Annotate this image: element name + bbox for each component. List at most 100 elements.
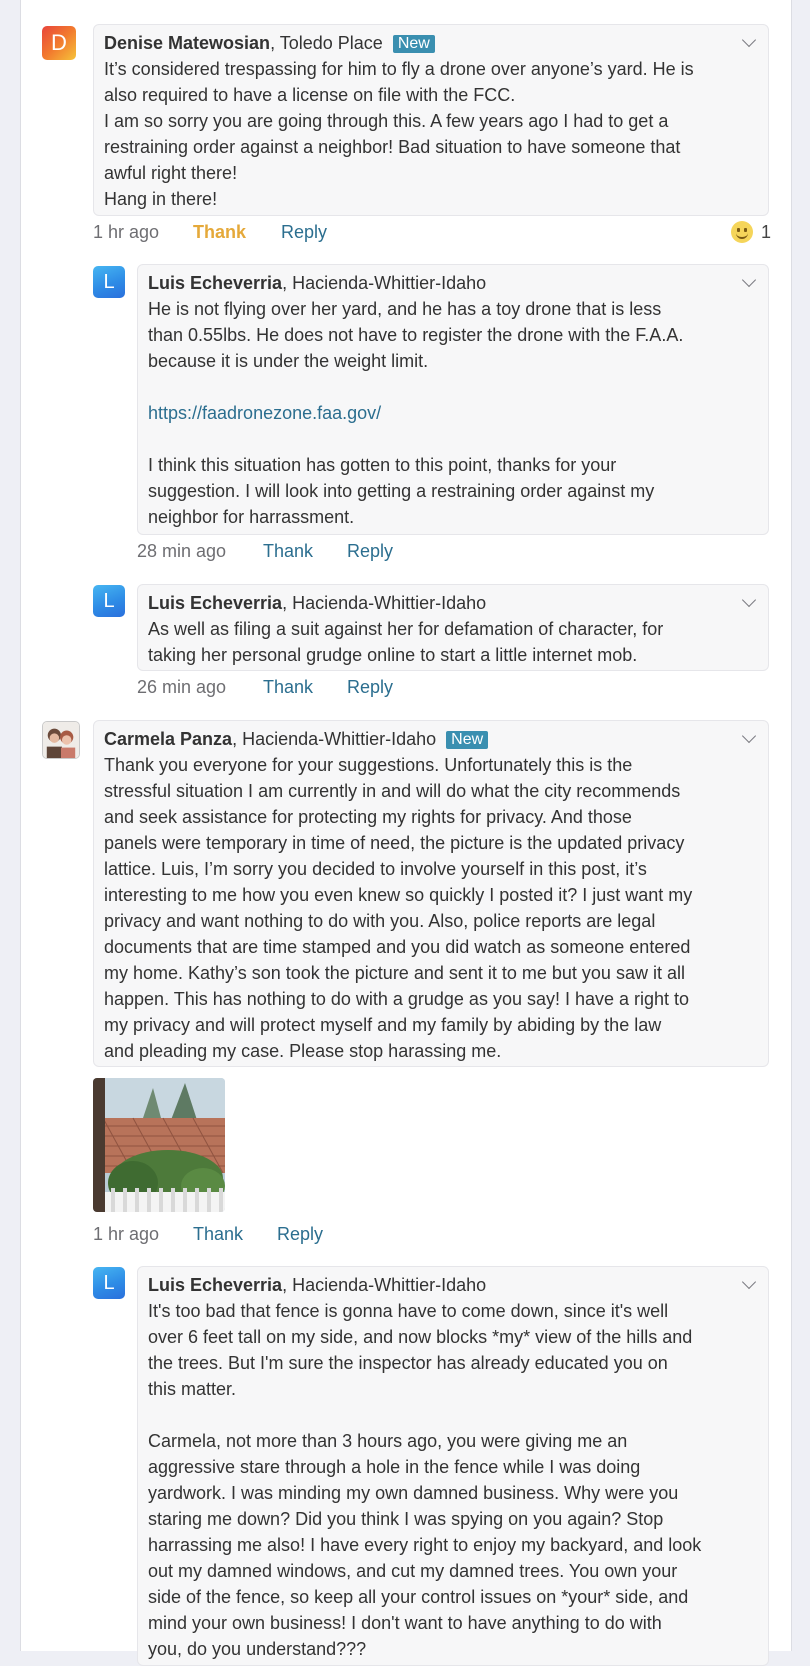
comment-line: this matter. [148,1379,237,1399]
comment-line: and seek assistance for protecting my ri… [104,807,632,827]
comment-header: Luis Echeverria, Hacienda-Whittier-Idaho [148,270,758,296]
comment-line: panels were temporary in time of need, t… [104,833,685,853]
thank-button[interactable]: Thank [263,674,347,700]
comment-line: I think this situation has gotten to thi… [148,455,617,475]
comment-header: Carmela Panza, Hacienda-Whittier-Idaho Ne… [104,726,758,752]
reaction-count: 1 [761,222,772,242]
comment-bubble: Carmela Panza, Hacienda-Whittier-Idaho Ne… [93,720,769,1067]
thank-button[interactable]: Thank [263,538,347,564]
fence-photo [93,1078,225,1212]
comment-line: stressful situation I am currently in an… [104,781,681,801]
attached-photo[interactable] [93,1078,225,1212]
url-link[interactable]: https://faadronezone.faa.gov/ [148,400,758,426]
author-name[interactable]: Luis Echeverria [148,1275,282,1295]
comment-line: side of the fence, so keep all your cont… [148,1587,689,1607]
avatar-letter: D [51,30,67,55]
timestamp: 1 hr ago [93,222,160,242]
comment-body: It's too bad that fence is gonna have to… [148,1298,758,1662]
comment-line: awful right there! [104,163,238,183]
author-name[interactable]: Luis Echeverria [148,593,282,613]
comment-line: privacy and want nothing to do with you.… [104,911,656,931]
avatar[interactable]: L [93,1267,125,1299]
comment-line: suggestion. I will look into getting a r… [148,481,655,501]
comment-header: Luis Echeverria, Hacienda-Whittier-Idaho [148,590,758,616]
comment-line: over 6 feet tall on my side, and now blo… [148,1327,693,1347]
comment-line [148,1402,758,1428]
comment-line: staring me down? Did you think I was spy… [148,1509,664,1529]
comment-line: It's too bad that fence is gonna have to… [148,1301,669,1321]
author-location: , Hacienda-Whittier-Idaho [232,729,437,749]
avatar[interactable]: L [93,266,125,298]
comment-line: taking her personal grudge online to sta… [148,645,638,665]
comment-line: harrassing me also! I have every right t… [148,1535,702,1555]
comment-line [148,426,758,452]
comment-line: documents that are time stamped and you … [104,937,691,957]
comment-body: It’s considered trespassing for him to f… [104,56,758,212]
comment-line: lattice. Luis, I’m sorry you decided to … [104,859,647,879]
author-name[interactable]: Luis Echeverria [148,273,282,293]
comment-line: It’s considered trespassing for him to f… [104,59,694,79]
author-location: , Hacienda-Whittier-Idaho [282,273,487,293]
comment-body: As well as filing a suit against her for… [148,616,758,668]
timestamp: 1 hr ago [93,1224,160,1244]
comment-line: the trees. But I'm sure the inspector ha… [148,1353,668,1373]
comment-line: also required to have a license on file … [104,85,516,105]
timestamp: 26 min ago [137,677,227,697]
avatar-letter: L [103,1271,115,1294]
comment-bubble: Denise Matewosian, Toledo Place New It’s … [93,24,769,216]
thank-button[interactable]: Thank [193,219,281,245]
comment-line: my home. Kathy’s son took the picture an… [104,963,685,983]
reply-button[interactable]: Reply [281,219,327,245]
comment-line: you, do you understand??? [148,1639,367,1659]
comment-line: As well as filing a suit against her for… [148,619,664,639]
comment-line: mind your own business! I don't want to … [148,1613,662,1633]
comment-bubble: Luis Echeverria, Hacienda-Whittier-Idaho… [137,264,769,535]
comment-header: Luis Echeverria, Hacienda-Whittier-Idaho [148,1272,758,1298]
comment-line: my privacy and will protect myself and m… [104,1015,662,1035]
comment-meta: 26 min ago Thank Reply [137,674,393,700]
reply-button[interactable]: Reply [347,674,393,700]
comment-line: because it is under the weight limit. [148,351,429,371]
comment-line: He is not flying over her yard, and he h… [148,299,662,319]
comment-line: happen. This has nothing to do with a gr… [104,989,690,1009]
comment-bubble: Luis Echeverria, Hacienda-Whittier-Idaho… [137,1266,769,1666]
comment-line: interesting to me how you even knew so q… [104,885,693,905]
comment-line: neighbor for harrassment. [148,507,355,527]
author-location: , Toledo Place [270,33,383,53]
comment-line: I am so sorry you are going through this… [104,111,669,131]
comment-line: than 0.55lbs. He does not have to regist… [148,325,684,345]
comment-meta: 28 min ago Thank Reply [137,538,393,564]
comment-header: Denise Matewosian, Toledo Place New [104,30,758,56]
author-location: , Hacienda-Whittier-Idaho [282,593,487,613]
profile-photo-icon [43,722,79,758]
author-location: , Hacienda-Whittier-Idaho [282,1275,487,1295]
comment-body: Thank you everyone for your suggestions.… [104,752,758,1064]
avatar-letter: L [103,270,115,293]
timestamp: 28 min ago [137,541,227,561]
reaction-summary[interactable]: 1 [731,219,771,245]
comment-line: out my damned windows, and cut my damned… [148,1561,678,1581]
comment-body: He is not flying over her yard, and he h… [148,296,758,530]
comment-line: Hang in there! [104,189,218,209]
comment-line: Thank you everyone for your suggestions.… [104,755,633,775]
thank-button[interactable]: Thank [193,1221,277,1247]
comment-line: and pleading my case. Please stop harass… [104,1041,502,1061]
avatar[interactable]: D [42,26,76,60]
author-name[interactable]: Carmela Panza [104,729,232,749]
comment-line: yardwork. I was minding my own damned bu… [148,1483,679,1503]
comment-line [148,374,758,400]
comment-line: Carmela, not more than 3 hours ago, you … [148,1431,628,1451]
comment-line: restraining order against a neighbor! Ba… [104,137,681,157]
comment-line: aggressive stare through a hole in the f… [148,1457,641,1477]
avatar[interactable]: L [93,585,125,617]
avatar[interactable] [42,721,80,759]
comment-meta: 1 hr ago Thank Reply [93,219,327,245]
reply-button[interactable]: Reply [277,1221,323,1247]
comment-meta: 1 hr ago Thank Reply [93,1221,323,1247]
new-badge: New [446,731,489,749]
smiley-face-icon [731,221,753,243]
author-name[interactable]: Denise Matewosian [104,33,270,53]
new-badge: New [392,35,435,53]
avatar-letter: L [103,589,115,612]
reply-button[interactable]: Reply [347,538,393,564]
